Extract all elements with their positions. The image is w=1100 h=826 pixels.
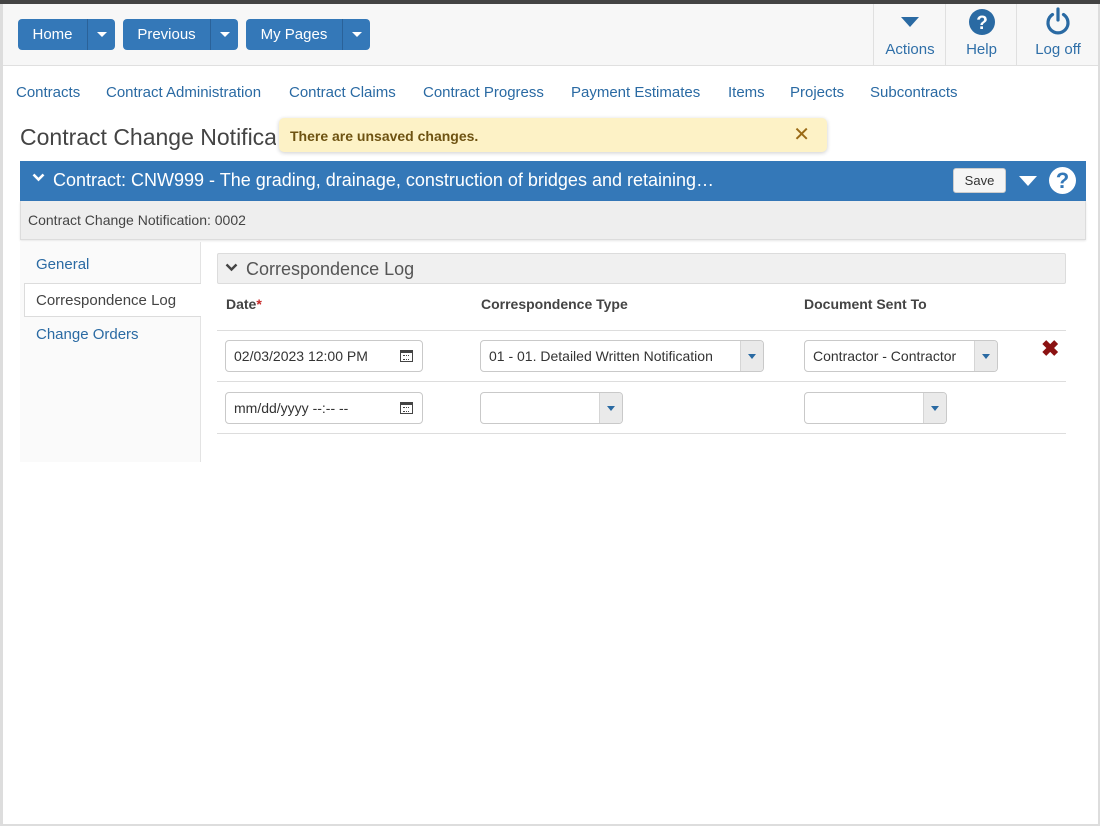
caret-down-icon xyxy=(351,32,362,37)
date-value: 02/03/2023 12:00 PM xyxy=(234,348,368,364)
previous-button-group: Previous xyxy=(123,19,238,50)
logoff-label: Log off xyxy=(1035,41,1081,58)
required-marker: * xyxy=(256,296,262,312)
column-label-date: Date xyxy=(226,296,257,312)
caret-down-icon xyxy=(982,353,990,359)
my-pages-dropdown-toggle[interactable] xyxy=(343,19,370,50)
home-button-group: Home xyxy=(18,19,115,50)
chevron-down-icon xyxy=(225,263,238,272)
correspondence-log-header[interactable]: Correspondence Log xyxy=(217,253,1066,284)
caret-down-icon xyxy=(607,405,615,411)
row-divider xyxy=(217,381,1066,382)
question-circle-icon: ? xyxy=(968,9,995,35)
tab-change-orders[interactable]: Change Orders xyxy=(20,318,200,352)
contract-header-bar: Contract: CNW999 - The grading, drainage… xyxy=(20,161,1086,201)
caret-down-icon xyxy=(931,405,939,411)
my-pages-button[interactable]: My Pages xyxy=(246,19,343,50)
home-button[interactable]: Home xyxy=(18,19,88,50)
tab-general[interactable]: General xyxy=(20,248,200,282)
actions-menu[interactable]: Actions xyxy=(873,4,946,65)
document-sent-to-select[interactable]: Contractor - Contractor xyxy=(804,340,998,372)
document-sent-to-value: Contractor - Contractor xyxy=(813,348,957,364)
caret-down-icon xyxy=(96,32,107,37)
caret-down-icon xyxy=(748,353,756,359)
row-divider xyxy=(217,330,1066,331)
document-sent-to-select[interactable] xyxy=(804,392,947,424)
contract-title: Contract: CNW999 - The grading, drainage… xyxy=(53,170,715,190)
chevron-down-icon[interactable] xyxy=(32,173,45,182)
section-title: Correspondence Log xyxy=(246,259,415,279)
correspondence-type-select[interactable] xyxy=(480,392,623,424)
nav-contract-progress[interactable]: Contract Progress xyxy=(423,84,544,101)
select-toggle[interactable] xyxy=(740,341,763,371)
close-icon[interactable]: ✕ xyxy=(793,125,810,145)
help-link[interactable]: ? Help xyxy=(945,4,1017,65)
svg-text:?: ? xyxy=(976,13,988,34)
help-label: Help xyxy=(966,41,997,58)
correspondence-type-value: 01 - 01. Detailed Written Notification xyxy=(489,348,713,364)
tab-correspondence-log[interactable]: Correspondence Log xyxy=(24,283,201,317)
nav-contract-claims[interactable]: Contract Claims xyxy=(289,84,396,101)
logoff-link[interactable]: Log off xyxy=(1016,4,1099,65)
date-input[interactable]: 02/03/2023 12:00 PM xyxy=(225,340,423,372)
actions-label: Actions xyxy=(885,41,935,58)
row-divider xyxy=(217,433,1066,434)
nav-subcontracts[interactable]: Subcontracts xyxy=(870,84,958,101)
mypages-button-group: My Pages xyxy=(246,19,370,50)
correspondence-type-select[interactable]: 01 - 01. Detailed Written Notification xyxy=(480,340,764,372)
delete-row-icon[interactable]: ✖ xyxy=(1041,338,1059,360)
nav-items[interactable]: Items xyxy=(728,84,765,101)
save-button[interactable]: Save xyxy=(953,168,1006,193)
question-circle-icon[interactable]: ? xyxy=(1049,167,1076,194)
unsaved-changes-toast: There are unsaved changes. ✕ xyxy=(279,118,827,152)
date-placeholder: mm/dd/yyyy --:-- -- xyxy=(234,400,349,416)
nav-contracts[interactable]: Contracts xyxy=(16,84,80,101)
power-icon xyxy=(1046,7,1070,35)
home-dropdown-toggle[interactable] xyxy=(88,19,115,50)
calendar-icon[interactable] xyxy=(400,402,413,414)
select-toggle[interactable] xyxy=(599,393,622,423)
calendar-icon[interactable] xyxy=(400,350,413,362)
previous-dropdown-toggle[interactable] xyxy=(211,19,238,50)
left-tab-list: General Correspondence Log Change Orders xyxy=(20,242,201,462)
date-input[interactable]: mm/dd/yyyy --:-- -- xyxy=(225,392,423,424)
caret-down-icon xyxy=(901,17,919,27)
caret-down-icon[interactable] xyxy=(1019,176,1037,186)
select-toggle[interactable] xyxy=(923,393,946,423)
nav-payment-estimates[interactable]: Payment Estimates xyxy=(571,84,700,101)
column-header-date: Date* xyxy=(226,296,262,312)
record-subheader: Contract Change Notification: 0002 xyxy=(20,201,1086,240)
header-bar: Home Previous My Pages Actions ? Help Lo… xyxy=(3,4,1098,66)
nav-contract-administration[interactable]: Contract Administration xyxy=(106,84,261,101)
column-header-sent-to: Document Sent To xyxy=(804,296,927,312)
nav-projects[interactable]: Projects xyxy=(790,84,844,101)
caret-down-icon xyxy=(219,32,230,37)
previous-button[interactable]: Previous xyxy=(123,19,211,50)
page-title: Contract Change Notification xyxy=(20,124,276,150)
select-toggle[interactable] xyxy=(974,341,997,371)
record-identifier: Contract Change Notification: 0002 xyxy=(28,212,246,228)
column-header-type: Correspondence Type xyxy=(481,296,628,312)
toast-message: There are unsaved changes. xyxy=(290,128,479,144)
